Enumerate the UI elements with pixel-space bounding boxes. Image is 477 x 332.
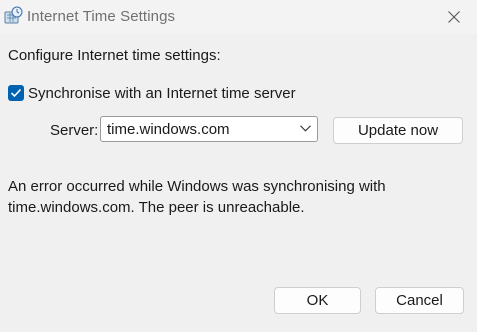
chevron-down-icon <box>300 125 311 132</box>
ok-button[interactable]: OK <box>274 287 361 314</box>
server-value: time.windows.com <box>107 121 230 138</box>
server-label: Server: <box>50 122 99 139</box>
error-line-2: time.windows.com. The peer is unreachabl… <box>8 199 305 216</box>
checkmark-icon <box>10 88 22 98</box>
settings-heading: Configure Internet time settings: <box>8 47 221 64</box>
cancel-button[interactable]: Cancel <box>375 287 464 314</box>
close-button[interactable] <box>431 0 477 34</box>
error-message: An error occurred while Windows was sync… <box>8 176 428 218</box>
title-bar: Internet Time Settings <box>0 0 477 34</box>
server-combobox[interactable]: time.windows.com <box>100 116 318 142</box>
window-title: Internet Time Settings <box>27 8 176 25</box>
error-line-1: An error occurred while Windows was sync… <box>8 178 386 195</box>
sync-checkbox-label[interactable]: Synchronise with an Internet time server <box>28 85 296 102</box>
sync-checkbox[interactable] <box>8 85 24 101</box>
update-now-button[interactable]: Update now <box>333 117 463 144</box>
close-icon <box>448 11 460 23</box>
clock-globe-icon <box>3 6 23 26</box>
